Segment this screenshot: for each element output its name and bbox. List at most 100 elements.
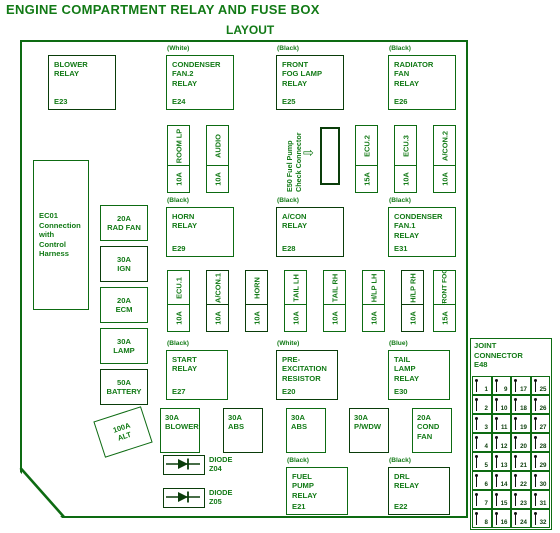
joint-connector-pin-24[interactable]: 24 (511, 509, 531, 528)
relay-pre-excitation-line2: EXCITATION (282, 364, 327, 374)
joint-connector-pin-21[interactable]: 21 (511, 452, 531, 471)
joint-connector-pin-11[interactable]: 11 (491, 414, 511, 433)
fuse-ecu2-amp: 15A (362, 172, 371, 186)
joint-connector-pin-20[interactable]: 20 (511, 433, 531, 452)
fuse-hlp-rh-name-cell: H/LP RH (402, 271, 423, 305)
joint-connector-pin-25[interactable]: 25 (530, 376, 550, 395)
joint-connector-pin-12[interactable]: 12 (491, 433, 511, 452)
joint-connector-pin-14[interactable]: 14 (491, 471, 511, 490)
fuse-horn[interactable]: HORN 10A (245, 270, 268, 332)
relay-drl[interactable]: DRL RELAY E22 (388, 467, 450, 515)
fuse-front-fog[interactable]: FRONT FOG 15A (433, 270, 456, 332)
relay-tail-lamp[interactable]: TAIL LAMP RELAY E30 (388, 350, 450, 400)
relay-drl-color: (Black) (389, 457, 411, 464)
relay-pre-excitation-resistor[interactable]: PRE- EXCITATION RESISTOR E20 (276, 350, 338, 400)
fuse-blower[interactable]: 30A BLOWER (160, 408, 200, 453)
joint-connector-pin-28[interactable]: 28 (530, 433, 550, 452)
diode-z04-symbol[interactable] (163, 455, 205, 475)
relay-condenser-fan2[interactable]: CONDENSER FAN.2 RELAY E24 (166, 55, 234, 110)
pin-number: 9 (504, 386, 508, 393)
joint-connector-pin-7[interactable]: 7 (472, 490, 492, 509)
fuse-ecu3[interactable]: ECU.3 10A (394, 125, 417, 193)
joint-connector-pin-1[interactable]: 1 (472, 376, 492, 395)
joint-connector-pin-grid[interactable]: 1 2 3 4 5 6 7 8 9 10 11 12 13 14 15 16 17 18 19 20 21 22 23 24 2… (472, 376, 550, 528)
joint-connector-pin-23[interactable]: 23 (511, 490, 531, 509)
joint-connector-pin-13[interactable]: 13 (491, 452, 511, 471)
joint-connector-pin-17[interactable]: 17 (511, 376, 531, 395)
fuse-acon2-amp: 10A (440, 172, 449, 186)
joint-connector-pin-6[interactable]: 6 (472, 471, 492, 490)
relay-fuel-pump[interactable]: FUEL PUMP RELAY E21 (286, 467, 348, 515)
fuse-audio-name-cell: AUDIO (207, 126, 228, 166)
relay-radiator-fan[interactable]: RADIATOR FAN RELAY E26 (388, 55, 456, 110)
fuse-ecm[interactable]: 20A ECM (100, 287, 148, 323)
fuse-ign[interactable]: 30A IGN (100, 246, 148, 282)
relay-fuel-pump-code: E21 (292, 501, 306, 511)
fuse-lamp-name: LAMP (113, 346, 135, 355)
fuse-abs-2[interactable]: 30A ABS (286, 408, 326, 453)
pin-number: 10 (500, 405, 508, 412)
fuse-lamp[interactable]: 30A LAMP (100, 328, 148, 364)
fuse-tail-rh-name: TAIL RH (330, 273, 339, 302)
joint-connector-pin-19[interactable]: 19 (511, 414, 531, 433)
pin-number: 8 (484, 519, 488, 526)
relay-condenser-fan2-line1: CONDENSER (172, 60, 221, 69)
pin-number: 13 (500, 462, 508, 469)
joint-connector-pin-9[interactable]: 9 (491, 376, 511, 395)
relay-front-fog-lamp[interactable]: FRONT FOG LAMP RELAY E25 (276, 55, 344, 110)
joint-connector-pin-32[interactable]: 32 (530, 509, 550, 528)
fuse-ecm-amp: 20A (117, 295, 131, 305)
joint-connector-pin-31[interactable]: 31 (530, 490, 550, 509)
pin-stem-icon (495, 514, 497, 525)
joint-connector-pin-29[interactable]: 29 (530, 452, 550, 471)
joint-connector-pin-30[interactable]: 30 (530, 471, 550, 490)
fuse-audio[interactable]: AUDIO 10A (206, 125, 229, 193)
joint-connector-pin-15[interactable]: 15 (491, 490, 511, 509)
fuse-battery[interactable]: 50A BATTERY (100, 369, 148, 405)
fuse-hlp-rh[interactable]: H/LP RH 10A (401, 270, 424, 332)
joint-connector-pin-4[interactable]: 4 (472, 433, 492, 452)
fuel-pump-check-connector-slot[interactable] (320, 127, 340, 185)
joint-connector-pin-2[interactable]: 2 (472, 395, 492, 414)
fuse-hlp-lh[interactable]: H/LP LH 10A (362, 270, 385, 332)
pin-number: 24 (520, 519, 527, 526)
fuse-hlp-rh-amp: 10A (408, 311, 417, 325)
diode-z05-label: DIODE Z05 (209, 488, 232, 507)
fuse-acon2-amp-cell: 10A (434, 166, 455, 192)
joint-connector-pin-16[interactable]: 16 (491, 509, 511, 528)
joint-connector-pin-27[interactable]: 27 (530, 414, 550, 433)
joint-connector-pin-22[interactable]: 22 (511, 471, 531, 490)
fuse-abs-1[interactable]: 30A ABS (223, 408, 263, 453)
relay-condenser-fan1[interactable]: CONDENSER FAN.1 RELAY E31 (388, 207, 456, 257)
joint-connector-pin-10[interactable]: 10 (491, 395, 511, 414)
pin-number: 15 (500, 500, 508, 507)
relay-blower[interactable]: BLOWER RELAY E23 (48, 55, 116, 110)
joint-connector-pin-5[interactable]: 5 (472, 452, 492, 471)
pin-stem-icon (534, 419, 536, 430)
fuse-rad-fan[interactable]: 20A RAD FAN (100, 205, 148, 241)
relay-condenser-fan1-line3: RELAY (394, 230, 420, 240)
fuse-ecu1[interactable]: ECU.1 10A (167, 270, 190, 332)
diode-z05-symbol[interactable] (163, 488, 205, 508)
relay-acon-color: (Black) (277, 197, 299, 204)
relay-acon[interactable]: A/CON RELAY E28 (276, 207, 344, 257)
fuse-ecu2[interactable]: ECU.2 15A (355, 125, 378, 193)
fuse-tail-lh[interactable]: TAIL LH 10A (284, 270, 307, 332)
fuse-acon1-name-cell: A/CON.1 (207, 271, 228, 305)
fuse-ecu2-amp-cell: 15A (356, 166, 377, 192)
fuse-room-lp[interactable]: ROOM LP 10A (167, 125, 190, 193)
fuse-tail-rh[interactable]: TAIL RH 10A (323, 270, 346, 332)
fuse-cond-fan[interactable]: 20A COND FAN (412, 408, 452, 453)
relay-start[interactable]: START RELAY E27 (166, 350, 228, 400)
joint-connector-pin-3[interactable]: 3 (472, 414, 492, 433)
joint-connector-pin-26[interactable]: 26 (530, 395, 550, 414)
relay-horn[interactable]: HORN RELAY E29 (166, 207, 234, 257)
fuse-acon1[interactable]: A/CON.1 10A (206, 270, 229, 332)
joint-connector-pin-8[interactable]: 8 (472, 509, 492, 528)
fuse-acon2[interactable]: A/CON.2 10A (433, 125, 456, 193)
fuse-hlp-lh-amp-cell: 10A (363, 305, 384, 331)
fuse-pwdw[interactable]: 30A P/WDW (349, 408, 389, 453)
relay-tail-lamp-line3: RELAY (394, 373, 420, 383)
pin-number: 7 (484, 500, 488, 507)
joint-connector-pin-18[interactable]: 18 (511, 395, 531, 414)
